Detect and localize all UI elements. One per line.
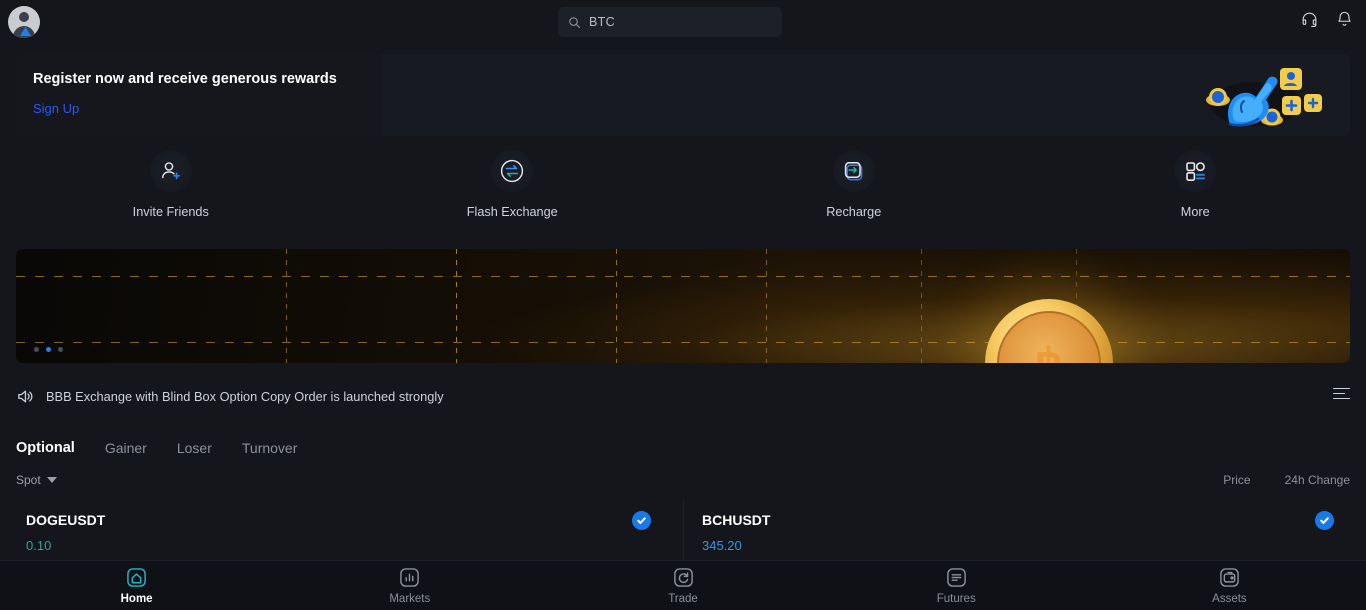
- grid-more-icon: [1182, 158, 1208, 184]
- favorite-check-badge[interactable]: [1315, 511, 1334, 530]
- market-row-dogeusdt[interactable]: DOGEUSDT 0.10: [0, 500, 683, 560]
- market-filter-row: Spot Price 24h Change: [0, 468, 1366, 492]
- spot-dropdown-label: Spot: [16, 473, 41, 487]
- promo-left-pane: [16, 54, 382, 136]
- app-root: BTC Register now and receive generous re…: [0, 0, 1366, 610]
- bitcoin-symbol: ฿: [985, 339, 1113, 363]
- quick-action-invite-friends[interactable]: Invite Friends: [0, 150, 342, 230]
- check-icon: [636, 515, 647, 526]
- bottom-navigation: Home Markets Trade Futures: [0, 560, 1366, 610]
- more-bubble: [1174, 150, 1216, 192]
- banner-gridline: [616, 249, 617, 363]
- swap-circle-icon: [673, 567, 694, 588]
- bar-chart-icon: [399, 567, 420, 588]
- market-column-headers: Price 24h Change: [1223, 473, 1350, 487]
- top-bar: BTC: [0, 0, 1366, 44]
- announcement-bar[interactable]: BBB Exchange with Blind Box Option Copy …: [0, 378, 1366, 414]
- nav-item-trade[interactable]: Trade: [546, 567, 819, 605]
- nav-label: Trade: [668, 593, 698, 605]
- user-avatar[interactable]: [8, 6, 40, 38]
- banner-gridline: [921, 249, 922, 363]
- deposit-arrow-icon: [841, 158, 867, 184]
- home-icon: [126, 567, 147, 588]
- flash-exchange-bubble: [491, 150, 533, 192]
- quick-actions: Invite Friends Flash Exchange Rechar: [0, 150, 1366, 230]
- quick-action-label: Flash Exchange: [467, 205, 558, 219]
- search-icon: [568, 16, 581, 29]
- quick-action-more[interactable]: More: [1025, 150, 1366, 230]
- quick-action-recharge[interactable]: Recharge: [683, 150, 1025, 230]
- robot-hand-coins-illustration: [1194, 58, 1324, 132]
- carousel-dots[interactable]: [34, 347, 63, 352]
- market-price: 345.20: [702, 538, 1350, 553]
- tab-optional[interactable]: Optional: [16, 440, 75, 456]
- chevron-down-icon: [47, 477, 57, 483]
- nav-item-assets[interactable]: Assets: [1093, 567, 1366, 605]
- promo-carousel-banner[interactable]: ฿: [16, 249, 1350, 363]
- column-header-price: Price: [1223, 473, 1250, 487]
- quick-action-flash-exchange[interactable]: Flash Exchange: [342, 150, 684, 230]
- user-plus-icon: [158, 158, 184, 184]
- banner-gridline: [456, 249, 457, 363]
- spot-dropdown[interactable]: Spot: [16, 473, 57, 487]
- megaphone-icon: [16, 388, 33, 405]
- market-tabs: Optional Gainer Loser Turnover: [0, 432, 1366, 464]
- search-value: BTC: [589, 15, 615, 29]
- banner-gridline: [16, 276, 1350, 277]
- quick-action-label: Recharge: [826, 205, 881, 219]
- carousel-dot[interactable]: [58, 347, 63, 352]
- quick-action-label: More: [1181, 205, 1210, 219]
- nav-label: Assets: [1212, 593, 1247, 605]
- swap-arrows-circle-icon: [499, 158, 525, 184]
- banner-gridline: [16, 342, 1350, 343]
- avatar-head: [19, 12, 29, 22]
- top-icon-group: [1300, 10, 1354, 29]
- sign-up-link[interactable]: Sign Up: [33, 101, 79, 116]
- menu-line: [1333, 393, 1345, 395]
- banner-gridline: [286, 249, 287, 363]
- menu-line: [1333, 388, 1350, 390]
- tab-turnover[interactable]: Turnover: [242, 440, 298, 456]
- promo-title: Register now and receive generous reward…: [33, 71, 337, 87]
- carousel-dot-active[interactable]: [46, 347, 51, 352]
- recharge-bubble: [833, 150, 875, 192]
- market-symbol: DOGEUSDT: [26, 512, 667, 528]
- banner-gridline: [766, 249, 767, 363]
- invite-friends-bubble: [150, 150, 192, 192]
- market-list: DOGEUSDT 0.10 BCHUSDT 345.20: [0, 500, 1366, 560]
- market-price: 0.10: [26, 538, 667, 553]
- check-icon: [1319, 515, 1330, 526]
- nav-label: Markets: [389, 593, 430, 605]
- tab-gainer[interactable]: Gainer: [105, 440, 147, 456]
- document-lines-icon: [946, 567, 967, 588]
- headset-icon[interactable]: [1300, 10, 1319, 29]
- menu-line: [1333, 398, 1350, 400]
- announcement-text: BBB Exchange with Blind Box Option Copy …: [46, 389, 444, 404]
- nav-item-home[interactable]: Home: [0, 567, 273, 605]
- market-row-bchusdt[interactable]: BCHUSDT 345.20: [683, 500, 1366, 560]
- list-menu-icon[interactable]: [1333, 388, 1350, 405]
- nav-label: Futures: [937, 593, 976, 605]
- nav-item-futures[interactable]: Futures: [820, 567, 1093, 605]
- banner-background: [16, 249, 1350, 363]
- quick-action-label: Invite Friends: [133, 205, 209, 219]
- search-input[interactable]: BTC: [558, 7, 782, 37]
- promo-banner-card[interactable]: Register now and receive generous reward…: [16, 54, 1350, 136]
- column-header-24h-change: 24h Change: [1285, 473, 1350, 487]
- nav-item-markets[interactable]: Markets: [273, 567, 546, 605]
- carousel-dot[interactable]: [34, 347, 39, 352]
- nav-label: Home: [121, 593, 153, 605]
- tab-loser[interactable]: Loser: [177, 440, 212, 456]
- bell-icon[interactable]: [1335, 10, 1354, 29]
- market-symbol: BCHUSDT: [702, 512, 1350, 528]
- wallet-icon: [1219, 567, 1240, 588]
- favorite-check-badge[interactable]: [632, 511, 651, 530]
